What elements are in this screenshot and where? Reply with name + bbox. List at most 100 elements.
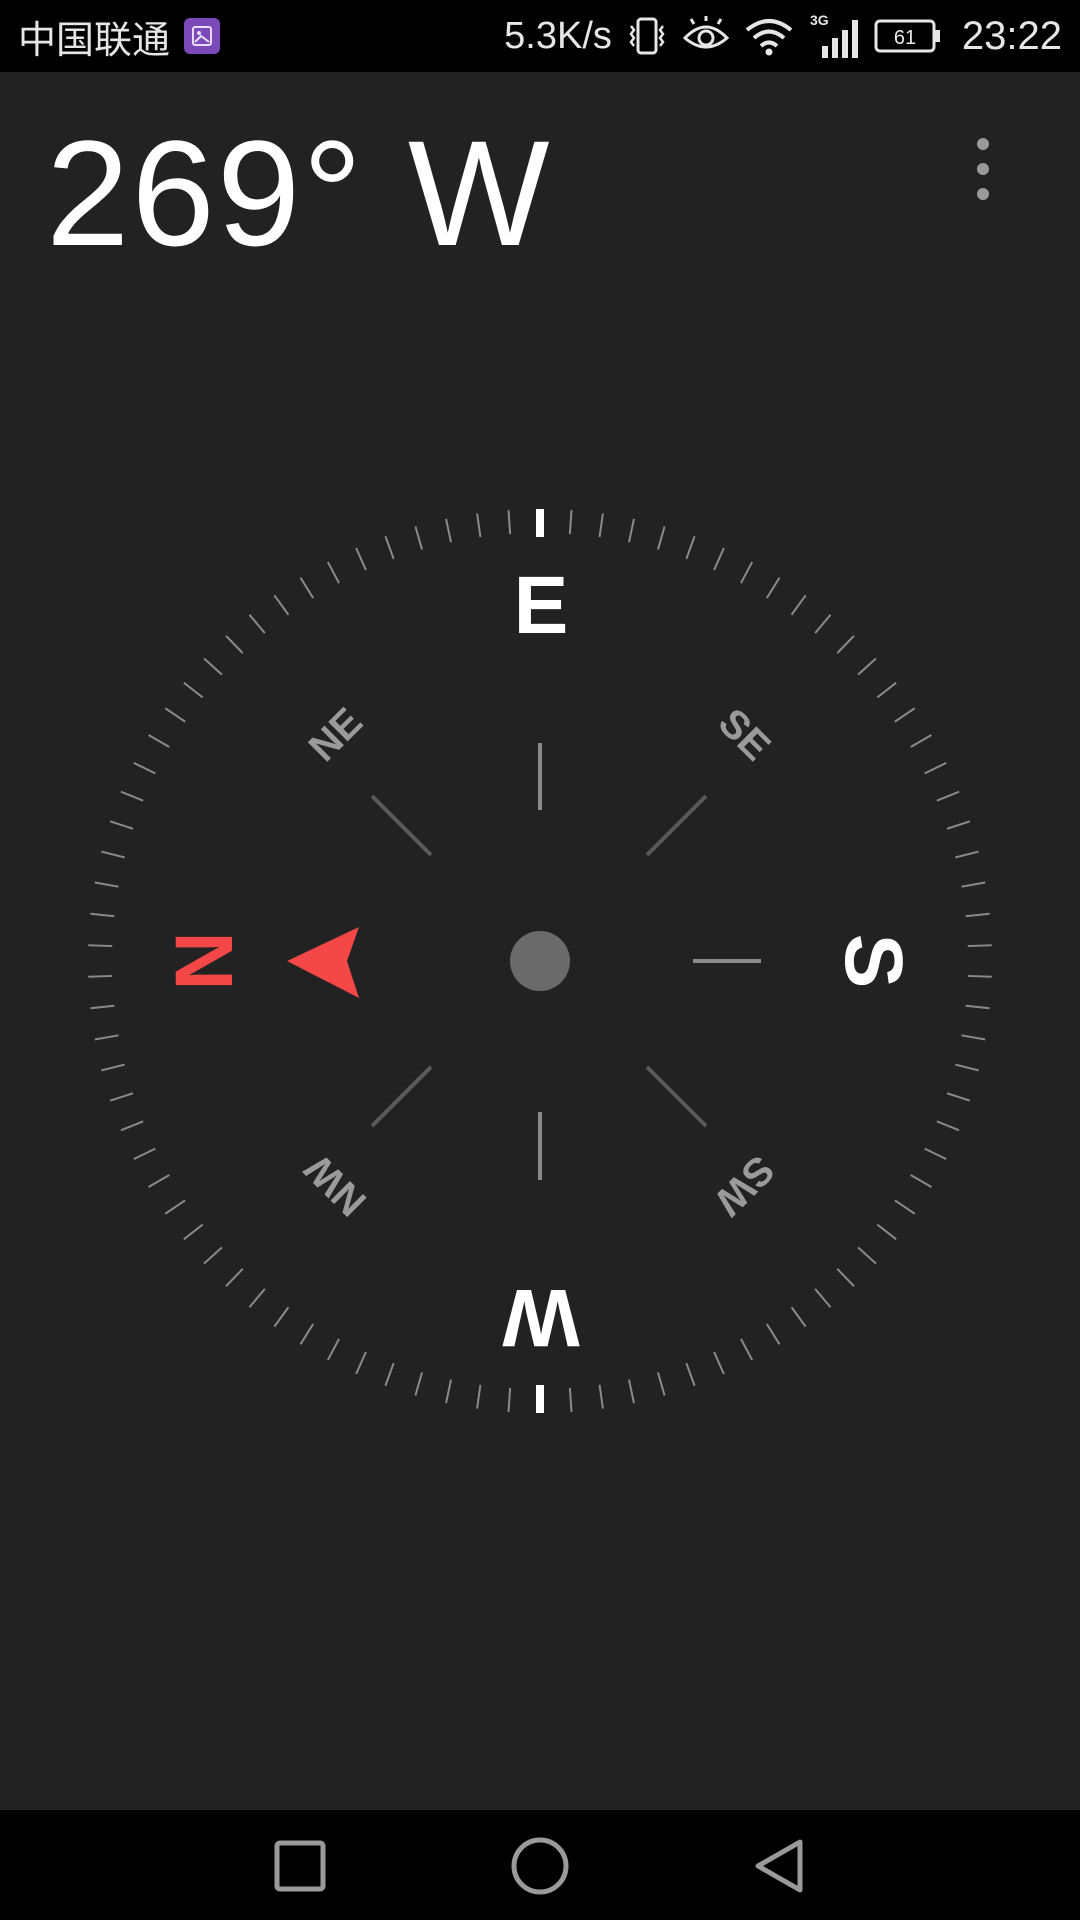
status-bar: 中国联通 5.3K/s 3G 61 23:22 xyxy=(0,0,1080,72)
inner-line-nw xyxy=(370,1065,433,1128)
label-w: W xyxy=(502,1272,580,1363)
label-se: SE xyxy=(710,700,779,769)
minor-tick xyxy=(955,1063,979,1072)
minor-tick xyxy=(507,1387,512,1412)
minor-tick xyxy=(355,1351,367,1375)
minor-tick xyxy=(148,1174,170,1188)
minor-tick xyxy=(836,1268,855,1287)
label-nw: NW xyxy=(297,1146,375,1224)
back-icon xyxy=(755,1839,803,1893)
back-button[interactable] xyxy=(748,1834,812,1898)
vibrate-icon xyxy=(626,16,668,56)
minor-tick xyxy=(857,1246,877,1265)
minor-tick xyxy=(924,1147,947,1161)
minor-tick xyxy=(414,1372,423,1396)
compass-dial: E W S N NE SE SW NW xyxy=(88,509,992,1413)
heading-readout: 269° W xyxy=(46,109,552,277)
minor-tick xyxy=(946,1092,971,1102)
minor-tick xyxy=(790,1306,807,1328)
minor-tick xyxy=(765,577,781,599)
minor-tick xyxy=(90,1004,115,1010)
minor-tick xyxy=(248,614,266,634)
minor-tick xyxy=(598,513,604,538)
minor-tick xyxy=(936,1120,960,1132)
overflow-dot xyxy=(977,163,989,175)
minor-tick xyxy=(876,1223,897,1241)
compass-center xyxy=(510,931,570,991)
minor-tick xyxy=(657,526,666,550)
minor-tick xyxy=(814,614,832,634)
inner-line-se xyxy=(645,794,708,857)
minor-tick xyxy=(90,912,115,918)
minor-tick xyxy=(836,635,855,654)
minor-tick xyxy=(967,974,992,978)
minor-tick xyxy=(598,1384,604,1409)
home-button[interactable] xyxy=(508,1834,572,1898)
minor-tick xyxy=(109,820,134,830)
minor-tick xyxy=(568,1387,573,1412)
minor-tick xyxy=(965,1004,990,1010)
minor-tick xyxy=(355,547,367,571)
overflow-dot xyxy=(977,188,989,200)
minor-tick xyxy=(790,594,807,616)
minor-tick xyxy=(133,761,156,775)
minor-tick xyxy=(384,535,395,560)
minor-tick xyxy=(445,518,452,543)
minor-tick xyxy=(894,707,916,723)
minor-tick xyxy=(164,1199,186,1215)
minor-tick xyxy=(94,1034,119,1041)
minor-tick xyxy=(476,513,482,538)
minor-tick xyxy=(88,944,113,948)
minor-tick xyxy=(507,510,512,535)
minor-tick xyxy=(657,1372,666,1396)
minor-tick xyxy=(857,657,877,676)
minor-tick xyxy=(910,734,932,748)
minor-tick xyxy=(101,850,125,859)
signal-icon: 3G xyxy=(808,12,860,60)
minor-tick xyxy=(164,707,186,723)
minor-tick xyxy=(894,1199,916,1215)
minor-tick xyxy=(965,912,990,918)
battery-level: 61 xyxy=(894,27,916,49)
minor-tick xyxy=(203,657,223,676)
minor-tick xyxy=(568,510,573,535)
minor-tick xyxy=(740,561,754,584)
minor-tick xyxy=(946,820,971,830)
carrier-name: 中国联通 xyxy=(18,19,171,62)
minor-tick xyxy=(88,974,113,978)
minor-tick xyxy=(967,944,992,948)
battery-icon: 61 xyxy=(874,18,942,54)
minor-tick xyxy=(120,790,144,802)
minor-tick xyxy=(183,681,204,699)
north-needle-icon xyxy=(287,927,359,998)
minor-tick xyxy=(101,1063,125,1072)
minor-tick xyxy=(183,1223,204,1241)
inner-line-sw xyxy=(645,1065,708,1128)
minor-tick xyxy=(740,1338,754,1361)
minor-tick xyxy=(248,1288,266,1308)
minor-tick xyxy=(133,1147,156,1161)
overflow-menu-button[interactable] xyxy=(962,138,1004,200)
minor-tick xyxy=(876,681,897,699)
minor-tick xyxy=(94,881,119,888)
minor-tick xyxy=(713,1351,725,1375)
recents-button[interactable] xyxy=(268,1834,332,1898)
home-icon xyxy=(511,1837,569,1895)
minor-tick xyxy=(326,1338,340,1361)
minor-tick xyxy=(299,1323,315,1345)
minor-tick xyxy=(326,561,340,584)
minor-tick xyxy=(936,790,960,802)
minor-tick xyxy=(225,1268,244,1287)
recents-icon xyxy=(274,1840,326,1892)
minor-tick xyxy=(414,526,423,550)
minor-tick xyxy=(384,1362,395,1387)
minor-tick xyxy=(445,1379,452,1404)
network-speed: 5.3K/s xyxy=(504,14,612,57)
minor-tick xyxy=(955,850,979,859)
label-n: N xyxy=(159,931,250,990)
label-s: S xyxy=(828,934,919,989)
minor-tick xyxy=(765,1323,781,1345)
wifi-icon xyxy=(744,16,794,56)
navigation-bar xyxy=(0,1810,1080,1920)
minor-tick xyxy=(120,1120,144,1132)
